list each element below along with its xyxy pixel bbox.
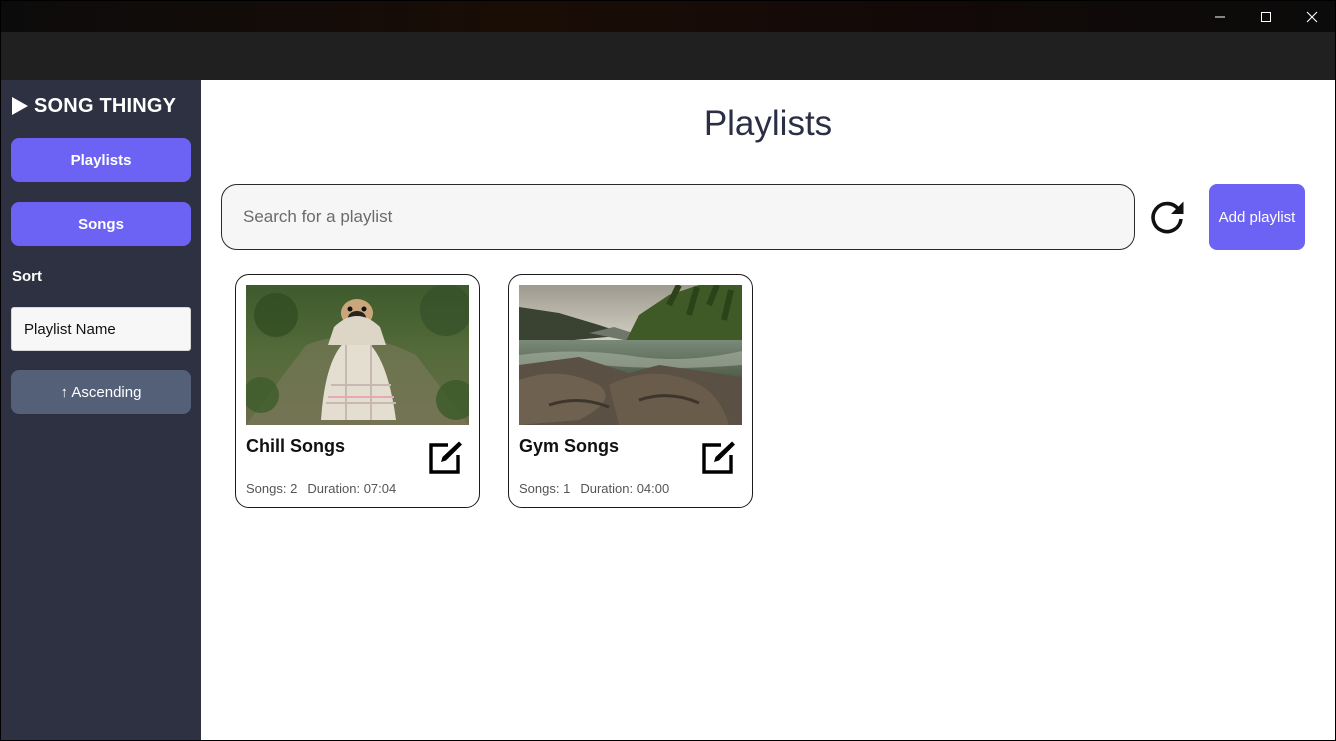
app-window: SONG THINGY Playlists Songs Sort Playlis…	[1, 1, 1335, 740]
sidebar: SONG THINGY Playlists Songs Sort Playlis…	[1, 80, 201, 740]
edit-icon[interactable]	[428, 439, 464, 475]
playlist-name: Gym Songs	[519, 436, 620, 456]
edit-icon[interactable]	[701, 439, 737, 475]
playlist-card[interactable]: Gym Songs Songs: 1 Duration: 04:00	[508, 274, 753, 508]
page-title: Playlists	[703, 104, 833, 143]
playlist-duration: Duration: 04:00	[580, 481, 670, 496]
playlist-meta: Songs: 2 Duration: 07:04	[246, 481, 396, 496]
play-icon	[12, 97, 28, 115]
sort-select[interactable]: Playlist Name	[11, 307, 191, 351]
nav-songs-button[interactable]: Songs	[11, 202, 191, 246]
close-icon[interactable]	[1289, 1, 1335, 32]
playlist-name: Chill Songs	[246, 436, 345, 456]
playlist-card[interactable]: Chill Songs Songs: 2 Duration: 07:04	[235, 274, 480, 508]
playlist-meta: Songs: 1 Duration: 04:00	[519, 481, 669, 496]
river-landscape-photo	[519, 285, 742, 425]
brand-name: SONG THINGY	[34, 94, 177, 117]
sort-direction-button[interactable]: ↑ Ascending	[11, 370, 191, 414]
main-content: Playlists Add playlist	[201, 80, 1335, 740]
app-toolbar	[1, 32, 1335, 80]
search-input[interactable]	[221, 184, 1135, 250]
nav-playlists-button[interactable]: Playlists	[11, 138, 191, 182]
refresh-icon[interactable]	[1147, 197, 1187, 237]
pug-in-blanket-photo	[246, 285, 469, 425]
playlist-duration: Duration: 07:04	[307, 481, 397, 496]
maximize-icon[interactable]	[1243, 1, 1289, 32]
title-bar[interactable]	[1, 1, 1335, 32]
brand: SONG THINGY	[12, 94, 176, 118]
playlist-song-count: Songs: 1	[519, 481, 571, 496]
add-playlist-button[interactable]: Add playlist	[1209, 184, 1305, 250]
minimize-icon[interactable]	[1197, 1, 1243, 32]
playlist-song-count: Songs: 2	[246, 481, 298, 496]
sort-label: Sort	[12, 268, 42, 285]
